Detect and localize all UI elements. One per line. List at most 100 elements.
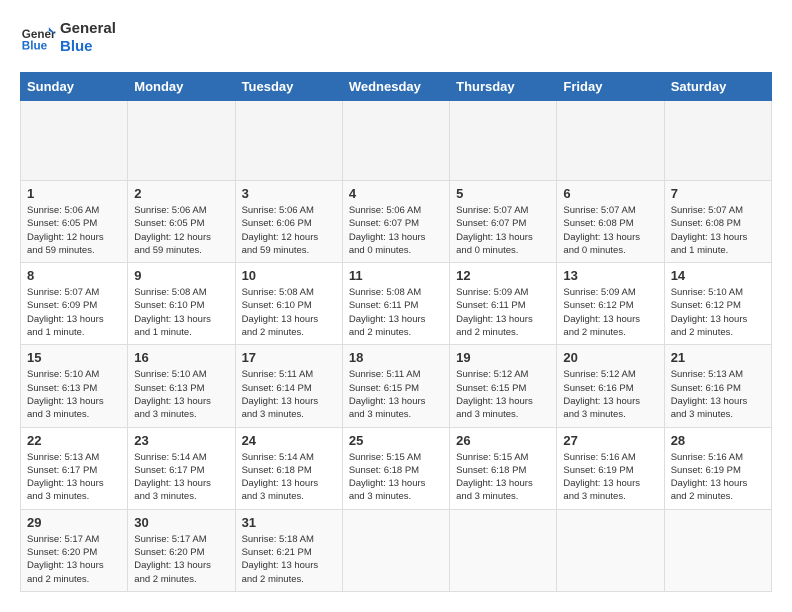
- calendar-day-cell: 3 Sunrise: 5:06 AM Sunset: 6:06 PM Daylig…: [235, 181, 342, 263]
- day-number: 31: [242, 515, 336, 530]
- calendar-day-cell: 24 Sunrise: 5:14 AM Sunset: 6:18 PM Dayli…: [235, 427, 342, 509]
- day-number: 26: [456, 433, 550, 448]
- day-number: 24: [242, 433, 336, 448]
- calendar-day-cell: [450, 101, 557, 181]
- day-info: Sunrise: 5:08 AM Sunset: 6:10 PM Dayligh…: [134, 286, 228, 339]
- calendar-day-cell: [342, 509, 449, 591]
- day-info: Sunrise: 5:15 AM Sunset: 6:18 PM Dayligh…: [456, 451, 550, 504]
- day-number: 8: [27, 268, 121, 283]
- calendar-day-cell: 20 Sunrise: 5:12 AM Sunset: 6:16 PM Dayli…: [557, 345, 664, 427]
- calendar-day-cell: 14Sunrise: 5:10 AM Sunset: 6:12 PM Dayli…: [664, 263, 771, 345]
- calendar-day-cell: 9 Sunrise: 5:08 AM Sunset: 6:10 PM Daylig…: [128, 263, 235, 345]
- calendar-week-row: 1 Sunrise: 5:06 AM Sunset: 6:05 PM Daylig…: [21, 181, 772, 263]
- logo-icon: General Blue: [20, 20, 56, 56]
- day-of-week-header: Tuesday: [235, 73, 342, 101]
- calendar-day-cell: 19Sunrise: 5:12 AM Sunset: 6:15 PM Dayli…: [450, 345, 557, 427]
- day-number: 20: [563, 350, 657, 365]
- calendar-day-cell: 10Sunrise: 5:08 AM Sunset: 6:10 PM Dayli…: [235, 263, 342, 345]
- calendar-day-cell: 27 Sunrise: 5:16 AM Sunset: 6:19 PM Dayli…: [557, 427, 664, 509]
- day-number: 25: [349, 433, 443, 448]
- calendar-day-cell: [557, 101, 664, 181]
- calendar-day-cell: 21 Sunrise: 5:13 AM Sunset: 6:16 PM Dayli…: [664, 345, 771, 427]
- day-info: Sunrise: 5:07 AM Sunset: 6:09 PM Dayligh…: [27, 286, 121, 339]
- day-number: 29: [27, 515, 121, 530]
- calendar-day-cell: [21, 101, 128, 181]
- day-info: Sunrise: 5:10 AM Sunset: 6:13 PM Dayligh…: [27, 368, 121, 421]
- day-number: 7: [671, 186, 765, 201]
- logo: General Blue General Blue: [20, 20, 116, 56]
- day-number: 18: [349, 350, 443, 365]
- calendar-week-row: 29 Sunrise: 5:17 AM Sunset: 6:20 PM Dayli…: [21, 509, 772, 591]
- day-info: Sunrise: 5:13 AM Sunset: 6:17 PM Dayligh…: [27, 451, 121, 504]
- day-info: Sunrise: 5:07 AM Sunset: 6:07 PM Dayligh…: [456, 204, 550, 257]
- day-info: Sunrise: 5:06 AM Sunset: 6:06 PM Dayligh…: [242, 204, 336, 257]
- day-info: Sunrise: 5:08 AM Sunset: 6:11 PM Dayligh…: [349, 286, 443, 339]
- calendar-week-row: [21, 101, 772, 181]
- svg-text:Blue: Blue: [22, 40, 48, 53]
- day-number: 12: [456, 268, 550, 283]
- calendar-day-cell: 7 Sunrise: 5:07 AM Sunset: 6:08 PM Daylig…: [664, 181, 771, 263]
- day-number: 23: [134, 433, 228, 448]
- day-number: 1: [27, 186, 121, 201]
- day-number: 27: [563, 433, 657, 448]
- calendar-body: 1 Sunrise: 5:06 AM Sunset: 6:05 PM Daylig…: [21, 101, 772, 592]
- calendar-day-cell: 22Sunrise: 5:13 AM Sunset: 6:17 PM Dayli…: [21, 427, 128, 509]
- day-info: Sunrise: 5:11 AM Sunset: 6:15 PM Dayligh…: [349, 368, 443, 421]
- logo-blue: Blue: [60, 38, 116, 56]
- day-of-week-header: Sunday: [21, 73, 128, 101]
- day-info: Sunrise: 5:11 AM Sunset: 6:14 PM Dayligh…: [242, 368, 336, 421]
- calendar-day-cell: [664, 101, 771, 181]
- day-info: Sunrise: 5:18 AM Sunset: 6:21 PM Dayligh…: [242, 533, 336, 586]
- calendar-day-cell: 8 Sunrise: 5:07 AM Sunset: 6:09 PM Daylig…: [21, 263, 128, 345]
- day-of-week-header: Thursday: [450, 73, 557, 101]
- calendar-day-cell: 2Sunrise: 5:06 AM Sunset: 6:05 PM Daylig…: [128, 181, 235, 263]
- day-info: Sunrise: 5:13 AM Sunset: 6:16 PM Dayligh…: [671, 368, 765, 421]
- day-info: Sunrise: 5:09 AM Sunset: 6:12 PM Dayligh…: [563, 286, 657, 339]
- day-number: 9: [134, 268, 228, 283]
- day-of-week-header: Monday: [128, 73, 235, 101]
- day-info: Sunrise: 5:12 AM Sunset: 6:16 PM Dayligh…: [563, 368, 657, 421]
- day-number: 30: [134, 515, 228, 530]
- day-number: 3: [242, 186, 336, 201]
- day-info: Sunrise: 5:07 AM Sunset: 6:08 PM Dayligh…: [671, 204, 765, 257]
- day-info: Sunrise: 5:16 AM Sunset: 6:19 PM Dayligh…: [671, 451, 765, 504]
- day-info: Sunrise: 5:16 AM Sunset: 6:19 PM Dayligh…: [563, 451, 657, 504]
- calendar-day-cell: 5 Sunrise: 5:07 AM Sunset: 6:07 PM Daylig…: [450, 181, 557, 263]
- day-info: Sunrise: 5:09 AM Sunset: 6:11 PM Dayligh…: [456, 286, 550, 339]
- day-info: Sunrise: 5:17 AM Sunset: 6:20 PM Dayligh…: [134, 533, 228, 586]
- calendar-day-cell: 15Sunrise: 5:10 AM Sunset: 6:13 PM Dayli…: [21, 345, 128, 427]
- day-info: Sunrise: 5:15 AM Sunset: 6:18 PM Dayligh…: [349, 451, 443, 504]
- day-info: Sunrise: 5:14 AM Sunset: 6:17 PM Dayligh…: [134, 451, 228, 504]
- calendar-day-cell: 11 Sunrise: 5:08 AM Sunset: 6:11 PM Dayli…: [342, 263, 449, 345]
- day-of-week-header: Saturday: [664, 73, 771, 101]
- calendar-day-cell: 4 Sunrise: 5:06 AM Sunset: 6:07 PM Daylig…: [342, 181, 449, 263]
- day-info: Sunrise: 5:10 AM Sunset: 6:13 PM Dayligh…: [134, 368, 228, 421]
- calendar-day-cell: 16Sunrise: 5:10 AM Sunset: 6:13 PM Dayli…: [128, 345, 235, 427]
- calendar-day-cell: [664, 509, 771, 591]
- day-number: 10: [242, 268, 336, 283]
- calendar-week-row: 15Sunrise: 5:10 AM Sunset: 6:13 PM Dayli…: [21, 345, 772, 427]
- calendar-day-cell: 6Sunrise: 5:07 AM Sunset: 6:08 PM Daylig…: [557, 181, 664, 263]
- day-number: 13: [563, 268, 657, 283]
- day-number: 5: [456, 186, 550, 201]
- calendar-week-row: 8 Sunrise: 5:07 AM Sunset: 6:09 PM Daylig…: [21, 263, 772, 345]
- day-number: 21: [671, 350, 765, 365]
- calendar-day-cell: [557, 509, 664, 591]
- calendar-day-cell: 18 Sunrise: 5:11 AM Sunset: 6:15 PM Dayli…: [342, 345, 449, 427]
- calendar-day-cell: [342, 101, 449, 181]
- day-number: 11: [349, 268, 443, 283]
- page-header: General Blue General Blue: [20, 20, 772, 56]
- calendar-day-cell: [235, 101, 342, 181]
- day-info: Sunrise: 5:06 AM Sunset: 6:05 PM Dayligh…: [27, 204, 121, 257]
- calendar-day-cell: 17Sunrise: 5:11 AM Sunset: 6:14 PM Dayli…: [235, 345, 342, 427]
- calendar-day-cell: 1 Sunrise: 5:06 AM Sunset: 6:05 PM Daylig…: [21, 181, 128, 263]
- calendar-day-cell: 13 Sunrise: 5:09 AM Sunset: 6:12 PM Dayli…: [557, 263, 664, 345]
- day-number: 19: [456, 350, 550, 365]
- calendar-table: SundayMondayTuesdayWednesdayThursdayFrid…: [20, 72, 772, 592]
- day-number: 4: [349, 186, 443, 201]
- day-info: Sunrise: 5:06 AM Sunset: 6:07 PM Dayligh…: [349, 204, 443, 257]
- calendar-day-cell: 23 Sunrise: 5:14 AM Sunset: 6:17 PM Dayli…: [128, 427, 235, 509]
- day-number: 28: [671, 433, 765, 448]
- calendar-day-cell: 25 Sunrise: 5:15 AM Sunset: 6:18 PM Dayli…: [342, 427, 449, 509]
- day-info: Sunrise: 5:14 AM Sunset: 6:18 PM Dayligh…: [242, 451, 336, 504]
